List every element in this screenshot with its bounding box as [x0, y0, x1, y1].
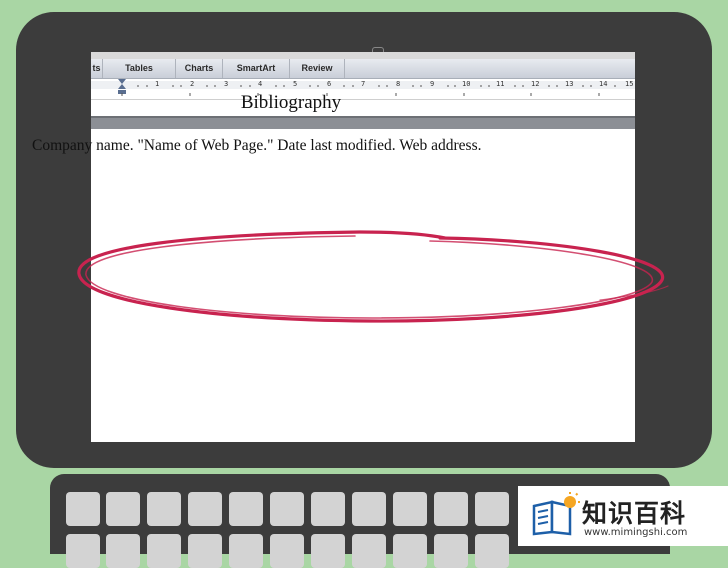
- keyboard-key[interactable]: [188, 534, 222, 568]
- keyboard-key[interactable]: [311, 492, 345, 526]
- standard-toolbar: [91, 52, 635, 59]
- keyboard-key[interactable]: [229, 534, 263, 568]
- tab-elements[interactable]: ts: [91, 59, 103, 78]
- keyboard-key[interactable]: [475, 492, 509, 526]
- watermark-brand: 知识百科: [582, 499, 687, 528]
- keyboard-key[interactable]: [147, 534, 181, 568]
- document-page[interactable]: [91, 129, 635, 442]
- keyboard-key[interactable]: [106, 534, 140, 568]
- watermark-logo: 知识百科 www.mimingshi.com: [518, 486, 728, 546]
- keyboard-key[interactable]: [188, 492, 222, 526]
- tab-smartart[interactable]: SmartArt: [223, 59, 290, 78]
- book-lightbulb-icon: [532, 492, 580, 536]
- keyboard-key[interactable]: [66, 534, 100, 568]
- keyboard-key[interactable]: [66, 492, 100, 526]
- tab-tables[interactable]: Tables: [103, 59, 176, 78]
- keyboard-key[interactable]: [147, 492, 181, 526]
- bibliography-heading: Bibliography: [240, 92, 342, 113]
- keyboard-key[interactable]: [393, 534, 427, 568]
- keyboard-key[interactable]: [475, 534, 509, 568]
- keyboard-key[interactable]: [393, 492, 427, 526]
- tab-charts[interactable]: Charts: [176, 59, 223, 78]
- keyboard-key[interactable]: [270, 534, 304, 568]
- page-separator: [91, 116, 635, 129]
- watermark-url: www.mimingshi.com: [584, 527, 688, 538]
- keyboard-key[interactable]: [311, 534, 345, 568]
- keyboard-key[interactable]: [352, 492, 386, 526]
- ribbon-tab-bar: ts Tables Charts SmartArt Review: [91, 59, 635, 79]
- keyboard-key[interactable]: [106, 492, 140, 526]
- keyboard-key[interactable]: [270, 492, 304, 526]
- keyboard-key[interactable]: [434, 534, 468, 568]
- keyboard-key[interactable]: [434, 492, 468, 526]
- citation-text: Company name. "Name of Web Page." Date l…: [32, 137, 482, 154]
- keyboard-key[interactable]: [352, 534, 386, 568]
- keyboard-key[interactable]: [229, 492, 263, 526]
- tab-review[interactable]: Review: [290, 59, 345, 78]
